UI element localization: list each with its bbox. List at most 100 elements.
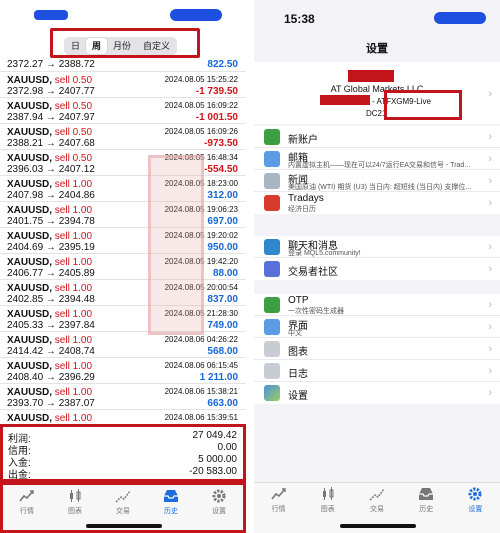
trade-profit: 312.00 bbox=[207, 190, 238, 201]
settings-item[interactable]: 聊天和消息 登录 MQL5.community! › bbox=[254, 236, 500, 258]
trade-symbol: XAUUSD, sell 1.00 bbox=[7, 231, 92, 242]
settings-item-subtitle: 中文 bbox=[288, 330, 302, 337]
table-row[interactable]: XAUUSD, sell 0.50 2024.08.05 15:25:22 2372… bbox=[0, 72, 246, 98]
settings-group-community: 聊天和消息 登录 MQL5.community! › 交易者社区 › bbox=[254, 236, 500, 280]
gear-icon bbox=[211, 489, 227, 503]
table-row[interactable]: XAUUSD, sell 0.50 2024.08.05 16:09:22 2387… bbox=[0, 98, 246, 124]
trade-symbol-text: XAUUSD, bbox=[7, 335, 55, 346]
table-row[interactable]: 2372.27 → 2388.72 822.50 bbox=[0, 58, 246, 72]
summary-row: 出金: -20 583.00 bbox=[3, 466, 243, 481]
settings-item[interactable]: 邮箱 内置虚拟主机——现在可以24/7运行EA交易和信号 - Trad... › bbox=[254, 148, 500, 170]
table-row[interactable]: XAUUSD, sell 1.00 2024.08.06 15:38:21 2393… bbox=[0, 384, 246, 410]
settings-item[interactable]: 界面 中文 › bbox=[254, 316, 500, 338]
tab-label: 设置 bbox=[468, 506, 483, 513]
trade-symbol: XAUUSD, sell 0.50 bbox=[7, 153, 92, 164]
trade-side: sell 0.50 bbox=[54, 127, 93, 138]
trade-prices: 2408.40 → 2396.29 bbox=[7, 372, 95, 383]
trade-side: sell 1.00 bbox=[54, 387, 93, 398]
tab-chart[interactable]: 行情 bbox=[3, 485, 51, 530]
table-row[interactable]: XAUUSD, sell 1.00 2024.08.05 20:00:54 2402… bbox=[0, 280, 246, 306]
table-row[interactable]: XAUUSD, sell 1.00 2024.08.05 19:06:23 2401… bbox=[0, 202, 246, 228]
home-indicator bbox=[86, 524, 162, 528]
period-tab-1[interactable]: 周 bbox=[86, 38, 108, 54]
table-row[interactable]: XAUUSD, sell 1.00 2024.08.06 04:26:22 2414… bbox=[0, 332, 246, 358]
settings-item-subtitle: 一次性密码生成器 bbox=[288, 308, 344, 315]
table-row[interactable]: XAUUSD, sell 1.00 2024.08.06 06:15:45 2408… bbox=[0, 358, 246, 384]
trade-time: 2024.08.06 06:15:45 bbox=[164, 361, 238, 370]
settings-item-label: OTP bbox=[288, 295, 309, 306]
settings-item-label: 图表 bbox=[288, 347, 308, 358]
settings-item[interactable]: 交易者社区 › bbox=[254, 258, 500, 280]
trade-profit: -1 001.50 bbox=[195, 112, 238, 123]
trade-side: sell 1.00 bbox=[54, 413, 93, 424]
tab-label: 图表 bbox=[320, 506, 335, 513]
tab-chart[interactable]: 行情 bbox=[254, 483, 303, 533]
settings-item[interactable]: Tradays 经济日历 › bbox=[254, 192, 500, 214]
trade-side: sell 0.50 bbox=[54, 153, 93, 164]
trade-symbol: XAUUSD, sell 1.00 bbox=[7, 361, 92, 372]
trade-profit: -554.50 bbox=[204, 164, 238, 175]
redacted-status-icons bbox=[434, 12, 486, 24]
otp-icon bbox=[264, 297, 280, 313]
trade-symbol: XAUUSD, sell 0.50 bbox=[7, 127, 92, 138]
trade-symbol: XAUUSD, sell 1.00 bbox=[7, 283, 92, 294]
tab-label: 行情 bbox=[20, 508, 34, 515]
history-list: 2372.27 → 2388.72 822.50 XAUUSD, sell 0.… bbox=[0, 58, 246, 436]
period-segmented-control: 日周月份 自定义 bbox=[64, 37, 178, 55]
chat-icon bbox=[264, 239, 280, 255]
history-screen: 日周月份 自定义 2372.27 → 2388.72 822.50 XAUUSD,… bbox=[0, 0, 246, 533]
settings-icon bbox=[264, 385, 280, 401]
settings-item[interactable]: 新账户 › bbox=[254, 126, 500, 148]
chevron-right-icon: › bbox=[488, 343, 492, 355]
redacted-account-number bbox=[320, 95, 370, 105]
chevron-right-icon: › bbox=[488, 321, 492, 333]
chevron-right-icon: › bbox=[488, 241, 492, 253]
period-tab-2[interactable]: 月份 bbox=[107, 38, 137, 54]
table-row[interactable]: XAUUSD, sell 0.50 2024.08.05 16:48:34 2396… bbox=[0, 150, 246, 176]
table-row[interactable]: XAUUSD, sell 1.00 2024.08.05 19:20:02 2404… bbox=[0, 228, 246, 254]
period-tab-0[interactable]: 日 bbox=[65, 38, 86, 54]
trade-profit: 568.00 bbox=[207, 346, 238, 357]
trade-symbol-text: XAUUSD, bbox=[7, 257, 55, 268]
trade-symbol-text: XAUUSD, bbox=[7, 361, 55, 372]
trade-symbol-text: XAUUSD, bbox=[7, 413, 55, 424]
trade-prices: 2372.98 → 2407.77 bbox=[7, 86, 95, 97]
status-bar: 15:38 bbox=[254, 0, 500, 28]
chevron-right-icon: › bbox=[488, 365, 492, 377]
settings-item[interactable]: 图表 › bbox=[254, 338, 500, 360]
chart-settings-icon bbox=[264, 341, 280, 357]
table-row[interactable]: XAUUSD, sell 1.00 2024.08.05 18:23:00 2407… bbox=[0, 176, 246, 202]
account-card[interactable]: AT Global Markets LLC - ATFXGM9-Live DC2… bbox=[254, 62, 500, 124]
tab-gear[interactable]: 设置 bbox=[451, 483, 500, 533]
trade-prices: 2387.94 → 2407.97 bbox=[7, 112, 95, 123]
summary-row: 信用: 0.00 bbox=[3, 442, 243, 457]
tab-label: 历史 bbox=[164, 508, 178, 515]
settings-item[interactable]: 设置 › bbox=[254, 382, 500, 404]
trade-symbol-text: XAUUSD, bbox=[7, 309, 55, 320]
history-icon bbox=[418, 487, 434, 501]
settings-screen: 15:38 设置 AT Global Markets LLC - ATFXGM9… bbox=[254, 0, 500, 533]
summary-row: 利润: 27 049.42 bbox=[3, 430, 243, 445]
trade-symbol-text: XAUUSD, bbox=[7, 75, 55, 86]
news-icon bbox=[264, 173, 280, 189]
chevron-right-icon: › bbox=[488, 131, 492, 143]
redacted-account-name bbox=[348, 70, 394, 82]
settings-item-label: 新账户 bbox=[288, 135, 318, 146]
chevron-right-icon: › bbox=[488, 299, 492, 311]
chevron-right-icon: › bbox=[488, 175, 492, 187]
table-row[interactable]: XAUUSD, sell 1.00 2024.08.05 21:28:30 2405… bbox=[0, 306, 246, 332]
trade-prices: 2393.70 → 2387.07 bbox=[7, 398, 95, 409]
settings-item[interactable]: 新闻 美国原油 (WTI) 期货 (U3) 当日内: 超短线 (当日内) 支撑位.… bbox=[254, 170, 500, 192]
trade-side: sell 1.00 bbox=[54, 231, 93, 242]
period-tab-3[interactable]: 自定义 bbox=[137, 38, 176, 54]
settings-item[interactable]: OTP 一次性密码生成器 › bbox=[254, 294, 500, 316]
trade-icon bbox=[115, 489, 131, 503]
settings-item[interactable]: 日志 › bbox=[254, 360, 500, 382]
settings-item-label: 日志 bbox=[288, 369, 308, 380]
table-row[interactable]: XAUUSD, sell 0.50 2024.08.05 16:09:26 2388… bbox=[0, 124, 246, 150]
table-row[interactable]: XAUUSD, sell 1.00 2024.08.05 19:42:20 2406… bbox=[0, 254, 246, 280]
trade-symbol-text: XAUUSD, bbox=[7, 127, 55, 138]
trade-side: sell 1.00 bbox=[54, 335, 93, 346]
tab-gear[interactable]: 设置 bbox=[195, 485, 243, 530]
trade-symbol: XAUUSD, sell 0.50 bbox=[7, 75, 92, 86]
